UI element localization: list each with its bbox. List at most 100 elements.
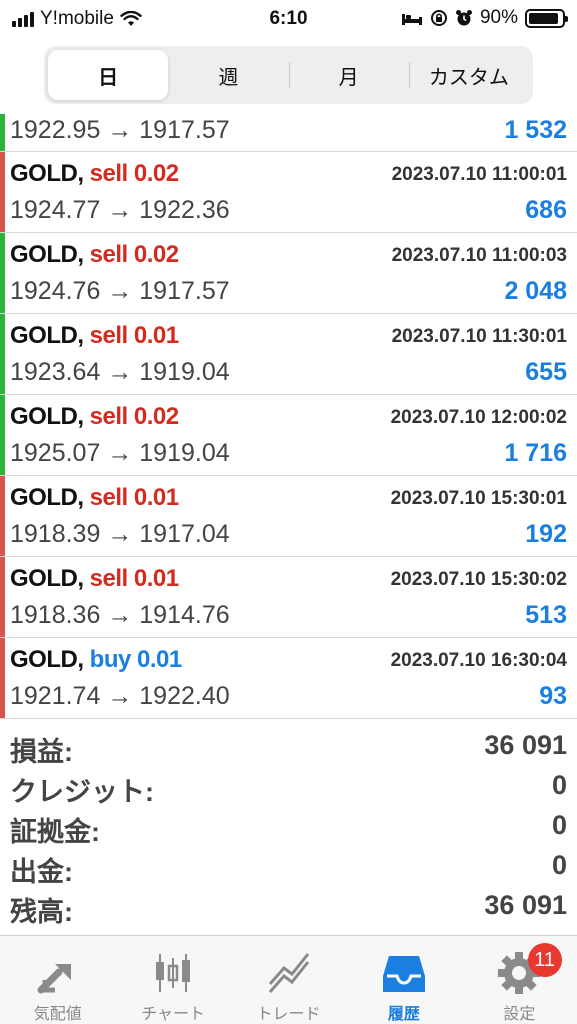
tab-label: 設定 bbox=[503, 1006, 536, 1023]
trade-symbol: GOLD, bbox=[10, 160, 84, 187]
trade-row[interactable]: GOLD, sell 0.02 2023.07.10 11:00:01 1924… bbox=[0, 152, 577, 233]
status-right: 90% bbox=[401, 7, 568, 29]
status-bar: Y!mobile 6:10 90% bbox=[0, 0, 577, 40]
summary-label: 損益: bbox=[10, 737, 73, 767]
trade-side: sell 0.01 bbox=[89, 565, 179, 592]
trade-datetime: 2023.07.10 15:30:02 bbox=[390, 569, 567, 590]
trade-header: GOLD, sell 0.02 bbox=[10, 403, 179, 431]
summary-row-withdrawal: 出金: 0 bbox=[0, 848, 577, 888]
trade-profit: 192 bbox=[525, 520, 567, 548]
account-summary: 損益: 36 091 クレジット: 0 証拠金: 0 出金: 0 残高: 36 … bbox=[0, 728, 577, 928]
summary-label: クレジット: bbox=[10, 777, 154, 807]
trade-datetime: 2023.07.10 16:30:04 bbox=[390, 650, 567, 671]
trade-datetime: 2023.07.10 11:00:01 bbox=[391, 164, 567, 185]
segment-month[interactable]: 月 bbox=[288, 50, 409, 100]
trade-symbol: GOLD, bbox=[10, 565, 84, 592]
battery-percent: 90% bbox=[479, 7, 518, 28]
trade-header: GOLD, buy 0.01 bbox=[10, 646, 182, 674]
trade-datetime: 2023.07.10 15:30:01 bbox=[390, 488, 567, 509]
trade-header: GOLD, sell 0.01 bbox=[10, 565, 179, 593]
trade-prices: 1922.95 → 1917.57 bbox=[10, 116, 230, 144]
trade-history-list: 1922.95 → 1917.57 1 532 GOLD, sell 0.02 … bbox=[0, 114, 577, 719]
summary-label: 証拠金: bbox=[10, 817, 100, 847]
trade-icon bbox=[264, 948, 314, 998]
trade-row[interactable]: GOLD, sell 0.02 2023.07.10 11:00:03 1924… bbox=[0, 233, 577, 314]
rotation-lock-icon bbox=[430, 10, 447, 26]
summary-row-deposit: 証拠金: 0 bbox=[0, 808, 577, 848]
trade-profit: 1 716 bbox=[504, 439, 567, 467]
tab-history[interactable]: 履歴 bbox=[346, 936, 461, 1024]
trade-row[interactable]: GOLD, sell 0.01 2023.07.10 11:30:01 1923… bbox=[0, 314, 577, 395]
summary-value: 36 091 bbox=[484, 890, 567, 920]
trade-profit: 655 bbox=[525, 358, 567, 386]
trade-direction-bar bbox=[0, 233, 5, 313]
trade-row[interactable]: GOLD, sell 0.02 2023.07.10 12:00:02 1925… bbox=[0, 395, 577, 476]
trade-symbol: GOLD, bbox=[10, 403, 84, 430]
history-icon bbox=[379, 948, 429, 998]
tab-label: 気配値 bbox=[33, 1006, 82, 1023]
trade-profit: 2 048 bbox=[504, 277, 567, 305]
trade-row[interactable]: GOLD, sell 0.01 2023.07.10 15:30:01 1918… bbox=[0, 476, 577, 557]
trade-profit: 686 bbox=[525, 196, 567, 224]
trade-datetime: 2023.07.10 11:00:03 bbox=[391, 245, 567, 266]
tab-label: 履歴 bbox=[387, 1006, 420, 1023]
trade-symbol: GOLD, bbox=[10, 241, 84, 268]
trade-side: sell 0.02 bbox=[89, 160, 179, 187]
trade-header: GOLD, sell 0.01 bbox=[10, 322, 179, 350]
tab-settings[interactable]: 11 設定 bbox=[462, 936, 577, 1024]
trade-symbol: GOLD, bbox=[10, 484, 84, 511]
summary-value: 36 091 bbox=[484, 730, 567, 760]
segment-week[interactable]: 週 bbox=[168, 50, 288, 100]
trade-header: GOLD, sell 0.01 bbox=[10, 484, 179, 512]
trade-profit: 93 bbox=[539, 682, 567, 710]
summary-label: 残高: bbox=[10, 897, 73, 927]
period-segmented-control: 日 週 月 カスタム bbox=[44, 46, 533, 104]
trade-row[interactable]: GOLD, buy 0.01 2023.07.10 16:30:04 1921.… bbox=[0, 638, 577, 719]
trade-profit: 513 bbox=[525, 601, 567, 629]
tab-chart[interactable]: チャート bbox=[115, 936, 230, 1024]
trade-direction-bar bbox=[0, 395, 5, 475]
summary-row-balance: 残高: 36 091 bbox=[0, 888, 577, 928]
trade-symbol: GOLD, bbox=[10, 322, 84, 349]
trade-side: buy 0.01 bbox=[89, 646, 183, 673]
notification-badge: 11 bbox=[527, 943, 562, 977]
trade-side: sell 0.01 bbox=[89, 484, 179, 511]
chart-icon bbox=[148, 948, 198, 998]
tab-label: トレード bbox=[256, 1006, 321, 1023]
trade-direction-bar bbox=[0, 476, 5, 556]
trade-side: sell 0.02 bbox=[89, 403, 179, 430]
battery-icon bbox=[525, 8, 568, 28]
battery-fill bbox=[529, 12, 558, 24]
summary-row-credit: クレジット: 0 bbox=[0, 768, 577, 808]
trade-row[interactable]: GOLD, sell 0.01 2023.07.10 15:30:02 1918… bbox=[0, 557, 577, 638]
trade-profit: 1 532 bbox=[504, 116, 567, 144]
trade-prices: 1924.77 → 1922.36 bbox=[10, 196, 230, 224]
trade-side: sell 0.01 bbox=[89, 322, 179, 349]
trade-prices: 1923.64 → 1919.04 bbox=[10, 358, 230, 386]
tab-label: チャート bbox=[141, 1006, 206, 1023]
trade-prices: 1925.07 → 1919.04 bbox=[10, 439, 230, 467]
trade-datetime: 2023.07.10 11:30:01 bbox=[391, 326, 567, 347]
trade-row[interactable]: 1922.95 → 1917.57 1 532 bbox=[0, 114, 577, 152]
tab-trade[interactable]: トレード bbox=[231, 936, 346, 1024]
tab-quotes[interactable]: 気配値 bbox=[0, 936, 115, 1024]
trade-direction-bar bbox=[0, 638, 5, 718]
trade-prices: 1924.76 → 1917.57 bbox=[10, 277, 230, 305]
segment-day[interactable]: 日 bbox=[48, 50, 169, 100]
trade-prices: 1921.74 → 1922.40 bbox=[10, 682, 230, 710]
summary-label: 出金: bbox=[10, 857, 73, 887]
summary-value: 0 bbox=[551, 810, 567, 840]
quotes-icon bbox=[33, 948, 83, 998]
trade-direction-bar bbox=[0, 557, 5, 637]
summary-value: 0 bbox=[551, 770, 567, 800]
summary-value: 0 bbox=[551, 850, 567, 880]
bed-icon bbox=[401, 14, 422, 25]
trade-prices: 1918.39 → 1917.04 bbox=[10, 520, 230, 548]
alarm-icon bbox=[455, 10, 472, 26]
trade-direction-bar bbox=[0, 152, 5, 232]
summary-row-profit: 損益: 36 091 bbox=[0, 728, 577, 768]
trade-header: GOLD, sell 0.02 bbox=[10, 160, 179, 188]
segment-custom[interactable]: カスタム bbox=[408, 50, 529, 100]
trade-symbol: GOLD, bbox=[10, 646, 84, 673]
trade-header: GOLD, sell 0.02 bbox=[10, 241, 179, 269]
